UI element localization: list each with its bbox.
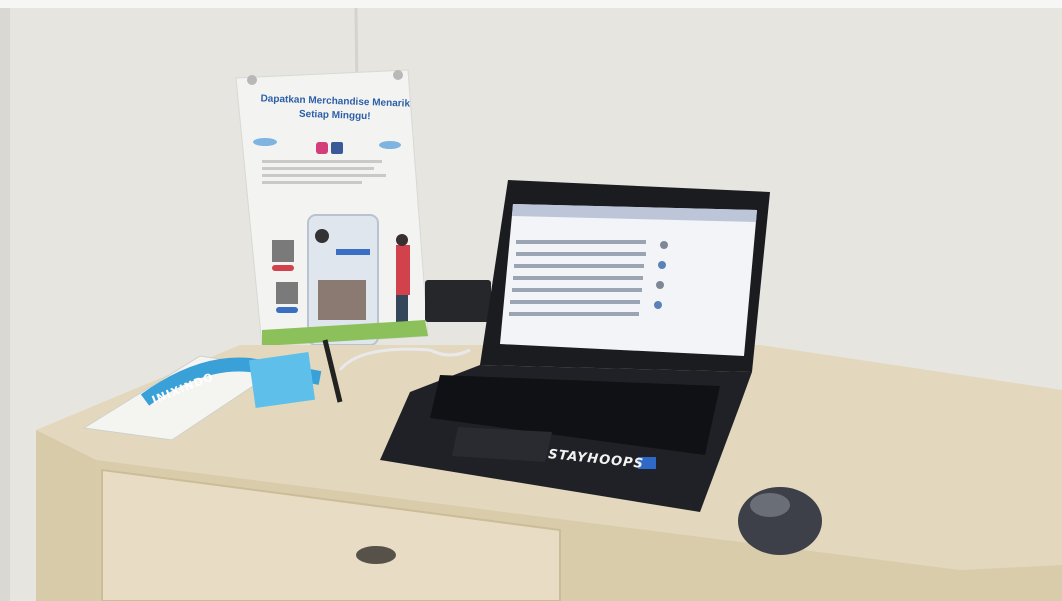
qr-label-badge <box>272 265 294 271</box>
cloud-icon <box>379 141 401 149</box>
id-card <box>248 352 316 408</box>
article-text-line <box>514 264 644 268</box>
router-device <box>425 280 491 322</box>
cloud-icon <box>253 138 277 146</box>
laptop-touchpad <box>452 427 552 462</box>
mouse-highlight <box>750 493 790 517</box>
profile-icon <box>315 229 329 243</box>
ceiling-edge <box>0 0 1062 8</box>
person-illustration <box>396 245 410 295</box>
article-text-line <box>516 240 646 244</box>
left-wall-edge <box>0 8 10 601</box>
sidebar-avatar <box>658 261 666 269</box>
poster-pin-right <box>393 70 403 80</box>
follow-badge <box>336 249 370 255</box>
article-text-line <box>512 288 642 292</box>
article-text-line <box>510 300 640 304</box>
poster-text-line <box>262 174 386 177</box>
qr-code-icon <box>272 240 294 262</box>
poster-text-line <box>262 181 362 184</box>
instagram-icon <box>316 142 328 154</box>
sidebar-avatar <box>660 241 668 249</box>
scene-illustration <box>0 0 1062 601</box>
poster-text-line <box>262 160 382 163</box>
photo-scene: Dapatkan Merchandise Menarik Setiap Ming… <box>0 0 1062 601</box>
qr-code-icon <box>276 282 298 304</box>
desk-side <box>36 430 96 601</box>
photo-grid <box>318 280 366 320</box>
article-text-line <box>509 312 639 316</box>
drawer-handle <box>356 546 396 564</box>
facebook-icon <box>331 142 343 154</box>
sidebar-avatar <box>656 281 664 289</box>
qr-label-badge <box>276 307 298 313</box>
poster-text-line <box>262 167 374 170</box>
poster-title: Dapatkan Merchandise Menarik Setiap Ming… <box>250 92 421 126</box>
poster-pin-left <box>247 75 257 85</box>
sidebar-avatar <box>654 301 662 309</box>
article-text-line <box>513 276 643 280</box>
article-text-line <box>516 252 646 256</box>
person-head <box>396 234 408 246</box>
